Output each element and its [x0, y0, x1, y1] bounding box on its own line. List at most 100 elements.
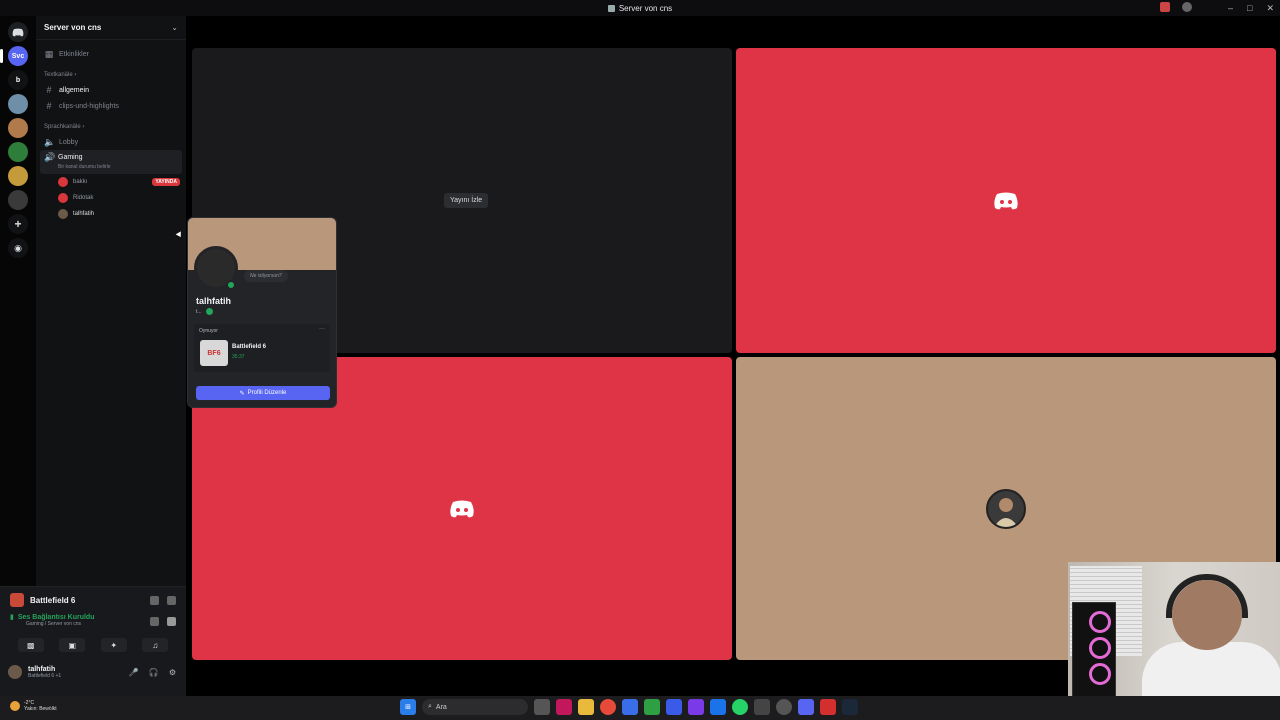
taskbar: -2°C Yakın: Bewölkt ⊞ ⌕ Ara — [0, 696, 1280, 720]
avatar — [8, 665, 22, 679]
voice-actions: ▩ ▣ ✦ ♫ — [0, 635, 186, 655]
avatar — [58, 209, 68, 219]
app-icon[interactable] — [688, 699, 704, 715]
badge-icon — [205, 308, 213, 315]
server-icon-6[interactable] — [8, 166, 28, 186]
server-icon-4[interactable] — [8, 118, 28, 138]
activities-button[interactable]: ✦ — [100, 638, 127, 652]
titlebar-tools — [1160, 2, 1192, 12]
camera-button[interactable]: ▩ — [17, 638, 44, 652]
help-icon[interactable] — [1182, 2, 1192, 12]
channel-allgemein[interactable]: # allgemein — [36, 82, 186, 98]
close-button[interactable]: ✕ — [1266, 3, 1274, 14]
server-b[interactable]: b — [8, 70, 28, 90]
maximize-button[interactable]: □ — [1247, 3, 1252, 13]
voice-connection[interactable]: ▮ Ses Bağlantısı Kuruldu Gaming / Server … — [0, 613, 186, 635]
discord-logo-icon — [450, 500, 474, 517]
voice-user[interactable]: bakkı YAYINDA — [36, 174, 186, 190]
screen-icon[interactable] — [167, 595, 176, 605]
app-icon[interactable] — [710, 699, 726, 715]
profile-tag: t... — [196, 308, 213, 315]
voice-category[interactable]: Sprachkanäle › — [36, 120, 186, 134]
channel-clips[interactable]: # clips-und-highlights — [36, 98, 186, 114]
server-icon-5[interactable] — [8, 142, 28, 162]
voice-channel-gaming[interactable]: 🔊 Gaming Bir kanal durumu belirle — [40, 150, 182, 174]
search-icon: ⌕ — [428, 703, 432, 710]
activity-card[interactable]: Oynuyor ··· BF6 Battlefield 6 35:37 — [194, 324, 330, 372]
inbox-icon[interactable] — [1160, 2, 1170, 12]
server-icon-7[interactable] — [8, 190, 28, 210]
edit-profile-button[interactable]: ✎ Profili Düzenle — [196, 386, 330, 400]
hash-icon: # — [46, 85, 52, 95]
microphone-icon[interactable]: 🎤 — [129, 668, 139, 677]
server-icon — [607, 4, 615, 12]
app-icon[interactable] — [644, 699, 660, 715]
server-rail: Svc b + ◉ — [0, 16, 36, 586]
more-icon[interactable]: ··· — [319, 326, 325, 332]
server-header[interactable]: Server von cns ⌄ — [36, 16, 186, 40]
live-badge: YAYINDA — [152, 178, 180, 186]
speaker-icon: 🔈 — [44, 136, 56, 147]
app-icon[interactable] — [776, 699, 792, 715]
voice-user[interactable]: Ridotak — [36, 190, 186, 206]
screenshare-button[interactable]: ▣ — [59, 638, 86, 652]
gear-icon[interactable]: ⚙ — [169, 668, 176, 677]
app-icon[interactable] — [820, 699, 836, 715]
speaker-icon: 🔊 — [44, 151, 56, 162]
controller-icon[interactable] — [150, 595, 159, 605]
taskview-icon[interactable] — [534, 699, 550, 715]
game-icon — [10, 593, 24, 607]
minimize-button[interactable]: – — [1228, 3, 1233, 13]
discord-logo-icon — [994, 192, 1018, 209]
server-icon-3[interactable] — [8, 94, 28, 114]
game-timer: 35:37 — [232, 354, 245, 360]
avatar — [58, 177, 68, 187]
window-title: Server von cns — [607, 4, 672, 13]
start-icon[interactable]: ⊞ — [400, 699, 416, 715]
steam-icon[interactable] — [842, 699, 858, 715]
discord-icon[interactable] — [798, 699, 814, 715]
game-cover-icon: BF6 — [200, 340, 228, 366]
folder-icon[interactable] — [578, 699, 594, 715]
channel-sidebar: Server von cns ⌄ ▦ Etkinlikler Textkanäl… — [36, 16, 186, 586]
app-icon[interactable] — [754, 699, 770, 715]
discover-icon[interactable]: ◉ — [8, 238, 28, 258]
discord-home-icon[interactable] — [8, 22, 28, 42]
signal-icon: ▮ — [10, 614, 14, 621]
profile-popout: Ne istiyorsun? talhfatih t... Oynuyor ··… — [187, 217, 337, 408]
hash-icon: # — [46, 101, 52, 111]
online-status-icon — [226, 280, 236, 290]
user-panel: Battlefield 6 ▮ Ses Bağlantısı Kuruldu Ga… — [0, 586, 186, 696]
profile-name: talhfatih — [196, 296, 231, 306]
chevron-down-icon: ⌄ — [171, 23, 178, 32]
pencil-icon: ✎ — [239, 390, 245, 397]
activity-row[interactable]: Battlefield 6 — [0, 587, 186, 613]
app-icon[interactable] — [556, 699, 572, 715]
avatar — [58, 193, 68, 203]
disconnect-icon[interactable] — [167, 617, 176, 626]
weather-widget[interactable]: -2°C Yakın: Bewölkt — [10, 700, 57, 712]
headphones-icon[interactable]: 🎧 — [149, 668, 159, 677]
watch-stream-button[interactable]: Yayını İzle — [444, 193, 489, 208]
app-icon[interactable] — [622, 699, 638, 715]
soundboard-button[interactable]: ♫ — [142, 638, 169, 652]
current-user[interactable]: talhfatih Battlefield 6 +1 🎤 🎧 ⚙ — [0, 659, 186, 685]
app-icon[interactable] — [666, 699, 682, 715]
taskbar-apps: ⊞ ⌕ Ara — [400, 699, 858, 715]
events-item[interactable]: ▦ Etkinlikler — [36, 46, 186, 62]
window-controls: – □ ✕ — [1228, 0, 1274, 16]
user-tile[interactable] — [736, 48, 1276, 353]
add-server-icon[interactable]: + — [8, 214, 28, 234]
taskbar-search[interactable]: ⌕ Ara — [422, 699, 528, 715]
status-bubble[interactable]: Ne istiyorsun? — [244, 270, 288, 282]
whatsapp-icon[interactable] — [732, 699, 748, 715]
voice-user[interactable]: talhfatih — [36, 206, 186, 222]
chrome-icon[interactable] — [600, 699, 616, 715]
noise-suppression-icon[interactable] — [150, 617, 159, 626]
calendar-icon: ▦ — [44, 48, 54, 59]
avatar — [986, 488, 1026, 529]
text-category[interactable]: Textkanäle › — [36, 68, 186, 82]
server-svc[interactable]: Svc — [0, 46, 28, 66]
weather-icon — [10, 701, 20, 711]
voice-channel-lobby[interactable]: 🔈 Lobby — [36, 134, 186, 150]
